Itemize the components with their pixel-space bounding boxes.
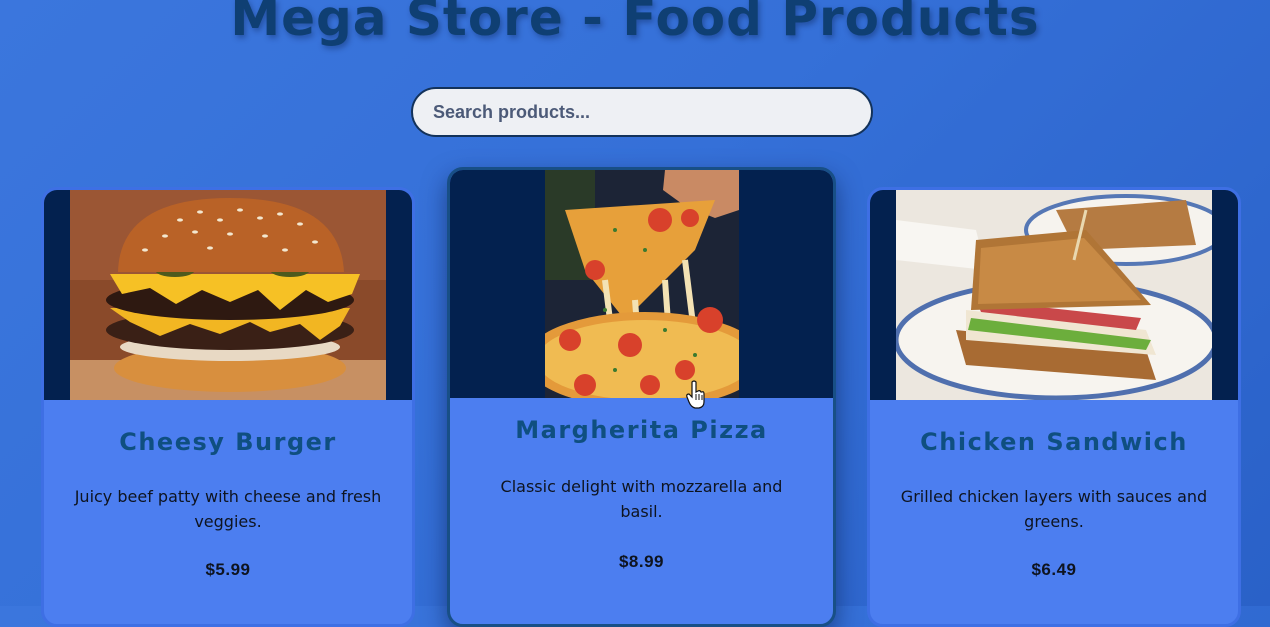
search-input[interactable] [411,87,873,137]
hand-pointer-icon [686,380,705,409]
product-price: $8.99 [618,552,665,571]
product-card-chicken-sandwich[interactable]: Chicken Sandwich Grilled chicken layers … [867,187,1241,627]
product-image-container [870,190,1238,400]
product-card-margherita-pizza[interactable]: Margherita Pizza Classic delight with mo… [447,167,836,627]
product-description: Juicy beef patty with cheese and fresh v… [74,487,382,531]
product-name: Margherita Pizza [515,416,768,444]
product-image-container [44,190,412,400]
product-name: Cheesy Burger [119,428,337,456]
product-description: Classic delight with mozzarella and basi… [500,477,783,521]
product-price: $5.99 [205,560,251,579]
product-image-container [450,170,833,398]
pizza-image [545,170,739,398]
product-price: $6.49 [1031,560,1077,579]
product-name: Chicken Sandwich [920,428,1188,456]
page-title: Mega Store - Food Products [230,0,1040,47]
burger-image [70,190,386,400]
product-description: Grilled chicken layers with sauces and g… [900,487,1208,531]
sandwich-image [896,190,1212,400]
product-card-cheesy-burger[interactable]: Cheesy Burger Juicy beef patty with chee… [41,187,415,627]
